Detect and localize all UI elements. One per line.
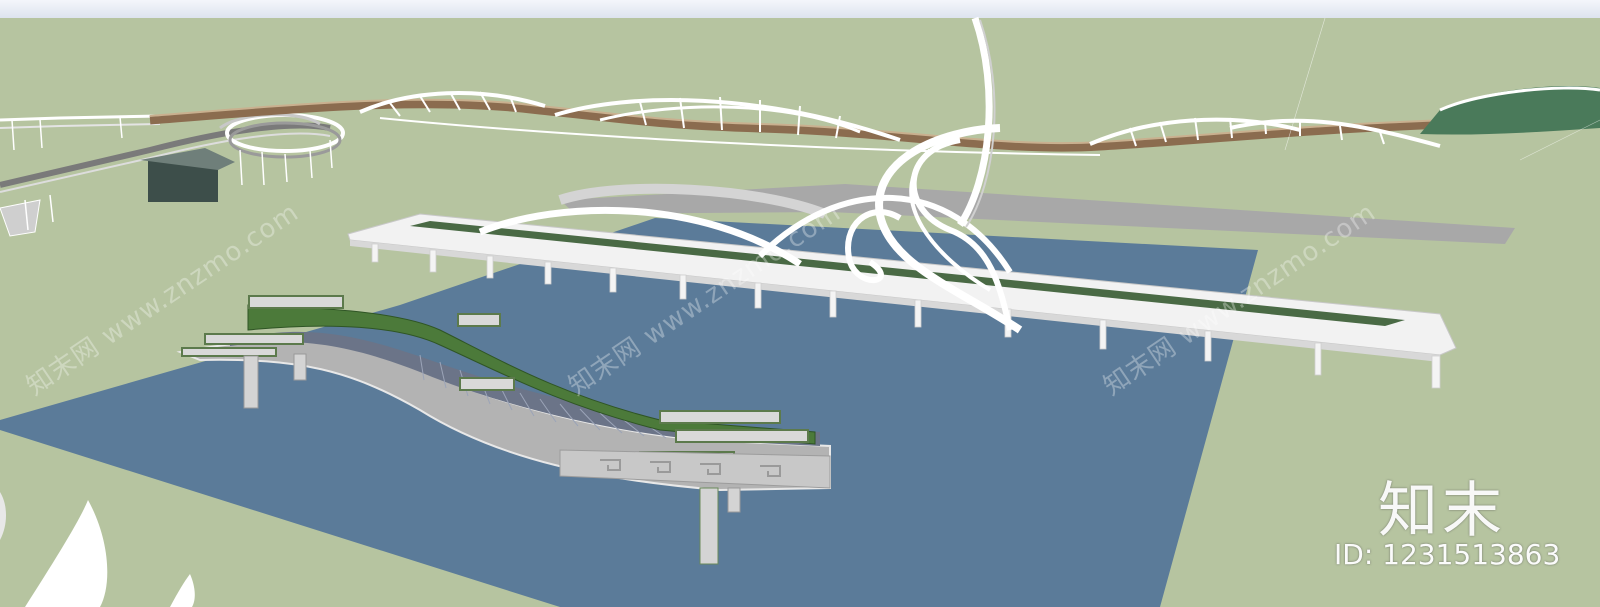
sketchup-viewport[interactable]: 知末网 www.znzmo.com 知末网 www.znzmo.com 知末网 …: [0, 0, 1600, 607]
wave-bridge: [149, 86, 1600, 156]
spiral-walkway: [0, 110, 345, 237]
white-sails: [0, 492, 195, 607]
watermark-logo-text: 知末: [1378, 476, 1506, 546]
watermark-id-text: ID: 1231513863: [1334, 538, 1561, 571]
bridge-scene: [0, 16, 1600, 607]
